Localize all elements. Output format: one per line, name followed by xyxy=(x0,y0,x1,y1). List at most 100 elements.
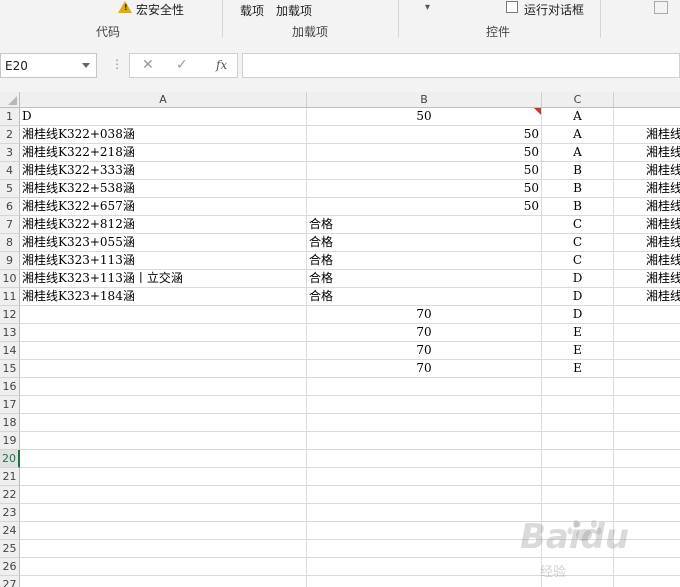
cell-c[interactable]: E xyxy=(542,342,614,360)
cell-a[interactable]: 湘桂线K322+333涵 xyxy=(20,162,307,180)
cell-a[interactable] xyxy=(20,360,307,378)
load-addins-button[interactable]: 加载项 xyxy=(276,2,312,19)
row-header[interactable]: 23 xyxy=(0,504,20,522)
cell-b[interactable] xyxy=(307,432,542,450)
cell-d[interactable] xyxy=(614,360,680,378)
insert-function-button[interactable]: fx xyxy=(216,58,227,72)
cell-d[interactable]: 湘桂线 xyxy=(614,162,680,180)
cell-a[interactable] xyxy=(20,306,307,324)
cell-a[interactable] xyxy=(20,378,307,396)
cell-c[interactable]: B xyxy=(542,180,614,198)
cell-c[interactable] xyxy=(542,414,614,432)
document-icon[interactable] xyxy=(654,1,668,14)
cell-d[interactable]: 湘桂线 xyxy=(614,198,680,216)
cell-a[interactable] xyxy=(20,432,307,450)
cell-c[interactable] xyxy=(542,486,614,504)
cell-d[interactable] xyxy=(614,396,680,414)
cell-c[interactable] xyxy=(542,396,614,414)
cell-a[interactable]: 湘桂线K322+812涵 xyxy=(20,216,307,234)
cell-d[interactable] xyxy=(614,540,680,558)
cell-d[interactable]: 湘桂线 xyxy=(614,126,680,144)
cell-c[interactable]: A xyxy=(542,144,614,162)
row-header[interactable]: 20 xyxy=(0,450,20,468)
cell-a[interactable] xyxy=(20,558,307,576)
column-header-a[interactable]: A xyxy=(20,92,307,108)
cell-b[interactable] xyxy=(307,414,542,432)
cell-b[interactable]: 70 xyxy=(307,342,542,360)
cell-a[interactable] xyxy=(20,576,307,587)
cell-c[interactable] xyxy=(542,558,614,576)
cell-c[interactable] xyxy=(542,504,614,522)
cell-b[interactable] xyxy=(307,378,542,396)
cell-d[interactable] xyxy=(614,486,680,504)
row-header[interactable]: 11 xyxy=(0,288,20,306)
cell-a[interactable]: 湘桂线K322+218涵 xyxy=(20,144,307,162)
cell-b[interactable]: 70 xyxy=(307,306,542,324)
cell-d[interactable] xyxy=(614,504,680,522)
cell-d[interactable]: 湘桂线 xyxy=(614,234,680,252)
row-header[interactable]: 27 xyxy=(0,576,20,587)
row-header[interactable]: 4 xyxy=(0,162,20,180)
column-header-d[interactable] xyxy=(614,92,680,108)
row-header[interactable]: 15 xyxy=(0,360,20,378)
cell-b[interactable]: 50 xyxy=(307,162,542,180)
cell-c[interactable]: B xyxy=(542,198,614,216)
cell-c[interactable]: E xyxy=(542,360,614,378)
row-header[interactable]: 24 xyxy=(0,522,20,540)
cell-c[interactable] xyxy=(542,576,614,587)
cell-a[interactable]: D xyxy=(20,108,307,126)
cell-d[interactable]: 湘桂线 xyxy=(614,180,680,198)
column-header-b[interactable]: B xyxy=(307,92,542,108)
cell-b[interactable] xyxy=(307,558,542,576)
column-header-c[interactable]: C xyxy=(542,92,614,108)
cell-c[interactable] xyxy=(542,540,614,558)
cell-d[interactable]: 湘桂线 xyxy=(614,270,680,288)
cell-c[interactable]: C xyxy=(542,216,614,234)
cell-a[interactable] xyxy=(20,324,307,342)
name-box[interactable]: E20 xyxy=(0,53,97,78)
cell-a[interactable] xyxy=(20,522,307,540)
row-header[interactable]: 2 xyxy=(0,126,20,144)
cell-a[interactable]: 湘桂线K322+657涵 xyxy=(20,198,307,216)
cell-b[interactable]: 合格 xyxy=(307,216,542,234)
cell-d[interactable] xyxy=(614,432,680,450)
cell-b[interactable]: 50 xyxy=(307,198,542,216)
cell-b[interactable]: 70 xyxy=(307,324,542,342)
cell-d[interactable]: 湘桂线 xyxy=(614,252,680,270)
cell-c[interactable]: E xyxy=(542,324,614,342)
cell-a[interactable] xyxy=(20,342,307,360)
row-header[interactable]: 12 xyxy=(0,306,20,324)
cell-a[interactable] xyxy=(20,486,307,504)
row-header[interactable]: 26 xyxy=(0,558,20,576)
row-header[interactable]: 18 xyxy=(0,414,20,432)
cell-c[interactable]: C xyxy=(542,252,614,270)
spreadsheet-grid[interactable]: A B C 1 D 50 A 2 湘桂线K322+038涵 50 A 湘桂线 3 湘桂线K322+2… xyxy=(0,92,680,587)
check-icon[interactable]: ✓ xyxy=(176,57,188,73)
cell-a[interactable] xyxy=(20,396,307,414)
addins-item-button[interactable]: 载项 xyxy=(240,2,264,19)
cell-b[interactable]: 70 xyxy=(307,360,542,378)
chevron-down-icon[interactable] xyxy=(82,63,90,68)
cell-d[interactable]: 湘桂线 xyxy=(614,216,680,234)
cell-d[interactable] xyxy=(614,522,680,540)
row-header[interactable]: 9 xyxy=(0,252,20,270)
cell-b[interactable]: 50 xyxy=(307,126,542,144)
row-header[interactable]: 10 xyxy=(0,270,20,288)
cell-d[interactable] xyxy=(614,324,680,342)
row-header[interactable]: 6 xyxy=(0,198,20,216)
cell-a[interactable]: 湘桂线K322+038涵 xyxy=(20,126,307,144)
cell-a[interactable] xyxy=(20,450,307,468)
cell-b[interactable]: 合格 xyxy=(307,270,542,288)
row-header[interactable]: 13 xyxy=(0,324,20,342)
cell-b[interactable]: 50 xyxy=(307,108,542,126)
cell-a[interactable] xyxy=(20,540,307,558)
cell-c[interactable]: D xyxy=(542,288,614,306)
select-all-button[interactable] xyxy=(0,92,20,108)
cell-d[interactable] xyxy=(614,306,680,324)
row-header[interactable]: 19 xyxy=(0,432,20,450)
cell-a[interactable] xyxy=(20,414,307,432)
cell-d[interactable]: 湘桂线 xyxy=(614,144,680,162)
cell-a[interactable]: 湘桂线K322+538涵 xyxy=(20,180,307,198)
cell-a[interactable]: 湘桂线K323+184涵 xyxy=(20,288,307,306)
row-header[interactable]: 7 xyxy=(0,216,20,234)
